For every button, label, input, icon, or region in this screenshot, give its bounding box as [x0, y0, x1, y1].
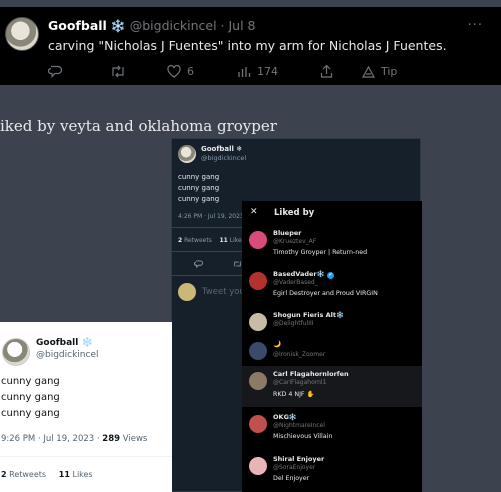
bio: Timothy Groyper | Return-ned: [273, 249, 368, 256]
avatar[interactable]: [249, 231, 267, 249]
avatar[interactable]: [5, 17, 39, 51]
bio: Mischievous Villain: [273, 433, 333, 440]
reply-icon: [48, 65, 62, 78]
tip-icon: [362, 65, 375, 78]
share-button[interactable]: [320, 65, 362, 78]
like-count: 11: [58, 470, 70, 479]
handle: @bigdickincel: [201, 154, 247, 162]
light-tweet-screenshot: Goofball ❄️ @bigdickincel cunny gang cun…: [0, 322, 172, 492]
retweet-icon: [234, 261, 241, 267]
retweet-icon: [112, 65, 124, 78]
tweet-header: Goofball ❄️ @bigdickincel · Jul 8: [48, 18, 256, 33]
caption-text: iked by veyta and oklahoma groyper: [0, 117, 277, 135]
likes-label: Likes: [69, 470, 93, 479]
avatar[interactable]: [249, 272, 267, 290]
handle: @CarlFlagahornl1: [273, 379, 327, 386]
liked-user-row[interactable]: Carl Flagahornlorfen @CarlFlagahornl1 RK…: [242, 366, 422, 407]
tip-label: Tip: [381, 65, 398, 78]
avatar: [178, 283, 196, 301]
handle: @SoraEnjoyer: [273, 464, 316, 471]
bio: Egirl Destroyer and Proud VIRGIN: [273, 290, 378, 297]
snowflake-icon: ❄️: [110, 19, 126, 33]
panel-title: Liked by: [274, 208, 315, 218]
bio: Del Enjoyer: [273, 475, 310, 482]
tweet-timestamp: 9:26 PM · Jul 19, 2023 · 289 Views: [1, 434, 147, 444]
tweet-text-line: cunny gang: [1, 392, 60, 403]
tweet-actions: [194, 260, 242, 268]
display-name[interactable]: Shiral Enjoyer: [273, 455, 324, 463]
handle: @Krueztev_AF: [273, 238, 317, 245]
display-name: Goofball ❄: [201, 145, 243, 153]
display-name: Goofball ❄️: [36, 338, 93, 348]
verified-icon: ✔: [326, 272, 334, 279]
avatar[interactable]: [249, 342, 267, 360]
retweets-label: Retweets: [6, 470, 47, 479]
display-name[interactable]: 🌙: [273, 340, 281, 348]
avatar[interactable]: [249, 372, 267, 390]
retweets-label: Retweets: [184, 237, 212, 244]
liked-by-panel: ✕ Liked by Blueper @Krueztev_AF Timothy …: [242, 201, 422, 492]
reply-icon: [194, 260, 203, 268]
tweet-text-line: cunny gang: [178, 195, 220, 203]
tweet-text-line: cunny gang: [1, 376, 60, 387]
tip-button[interactable]: Tip: [362, 65, 397, 78]
tweet-timestamp: 4:26 PM · Jul 19, 2023: [178, 213, 244, 220]
retweet-count: 2: [178, 237, 183, 244]
tweet-actions: 6 174 Tip: [48, 65, 397, 78]
avatar: [2, 338, 30, 366]
tweet-text-line: cunny gang: [1, 408, 60, 419]
view-count: 174: [257, 65, 278, 78]
tweet-stats: 2 Retweets 11 Likes: [178, 237, 245, 244]
more-options-icon[interactable]: ···: [468, 18, 483, 33]
handle: @Ironisk_Zoomer: [273, 351, 326, 358]
tweet-text: carving "Nicholas J Fuentes" into my arm…: [48, 38, 447, 53]
views-button[interactable]: 174: [237, 65, 320, 78]
display-name[interactable]: Shogun Fieris Alt❄️: [273, 311, 344, 319]
like-button[interactable]: 6: [167, 65, 237, 78]
liked-user-row[interactable]: OKG❄️ @NightmareIncel Mischievous Villai…: [242, 409, 422, 450]
avatar: [178, 145, 196, 163]
heart-icon: [167, 65, 181, 78]
display-name-line[interactable]: BasedVader❄️ ✔: [273, 270, 334, 279]
share-icon: [320, 65, 333, 78]
like-count: 6: [187, 65, 194, 78]
liked-user-row[interactable]: Blueper @Krueztev_AF Timothy Groyper | R…: [242, 225, 422, 266]
avatar[interactable]: [249, 415, 267, 433]
views-label: Views: [120, 434, 148, 444]
display-name[interactable]: Carl Flagahornlorfen: [273, 370, 349, 378]
liked-user-row[interactable]: Shiral Enjoyer @SoraEnjoyer Del Enjoyer: [242, 451, 422, 492]
divider: [0, 456, 172, 457]
retweet-button[interactable]: [110, 65, 167, 78]
handle: @DelightfulIII: [273, 320, 314, 327]
avatar[interactable]: [249, 457, 267, 475]
handle: @NightmareIncel: [273, 422, 325, 429]
handle: @VaderBased_: [273, 279, 318, 286]
close-icon[interactable]: ✕: [250, 207, 258, 217]
avatar[interactable]: [249, 313, 267, 331]
handle[interactable]: @bigdickincel: [130, 18, 217, 33]
top-tweet[interactable]: Goofball ❄️ @bigdickincel · Jul 8 ··· ca…: [0, 7, 501, 85]
display-name[interactable]: OKG❄️: [273, 413, 297, 421]
display-name[interactable]: Goofball: [48, 18, 107, 33]
tweet-date[interactable]: · Jul 8: [221, 18, 256, 33]
tweet-text-line: cunny gang: [178, 173, 220, 181]
bio: RKD 4 NJF ✋: [273, 391, 315, 398]
tweet-text-line: cunny gang: [178, 184, 220, 192]
view-count: 289: [102, 434, 121, 444]
analytics-icon: [238, 66, 251, 77]
liked-user-row[interactable]: BasedVader❄️ ✔ @VaderBased_ Egirl Destro…: [242, 266, 422, 307]
tweet-stats: 2 Retweets 11 Likes: [1, 470, 93, 479]
timestamp-text: 9:26 PM · Jul 19, 2023 ·: [1, 434, 103, 444]
display-name[interactable]: Blueper: [273, 229, 302, 237]
like-count: 11: [219, 237, 228, 244]
handle: @bigdickincel: [36, 350, 99, 360]
reply-button[interactable]: [48, 65, 110, 78]
display-name: BasedVader❄️: [273, 270, 325, 278]
